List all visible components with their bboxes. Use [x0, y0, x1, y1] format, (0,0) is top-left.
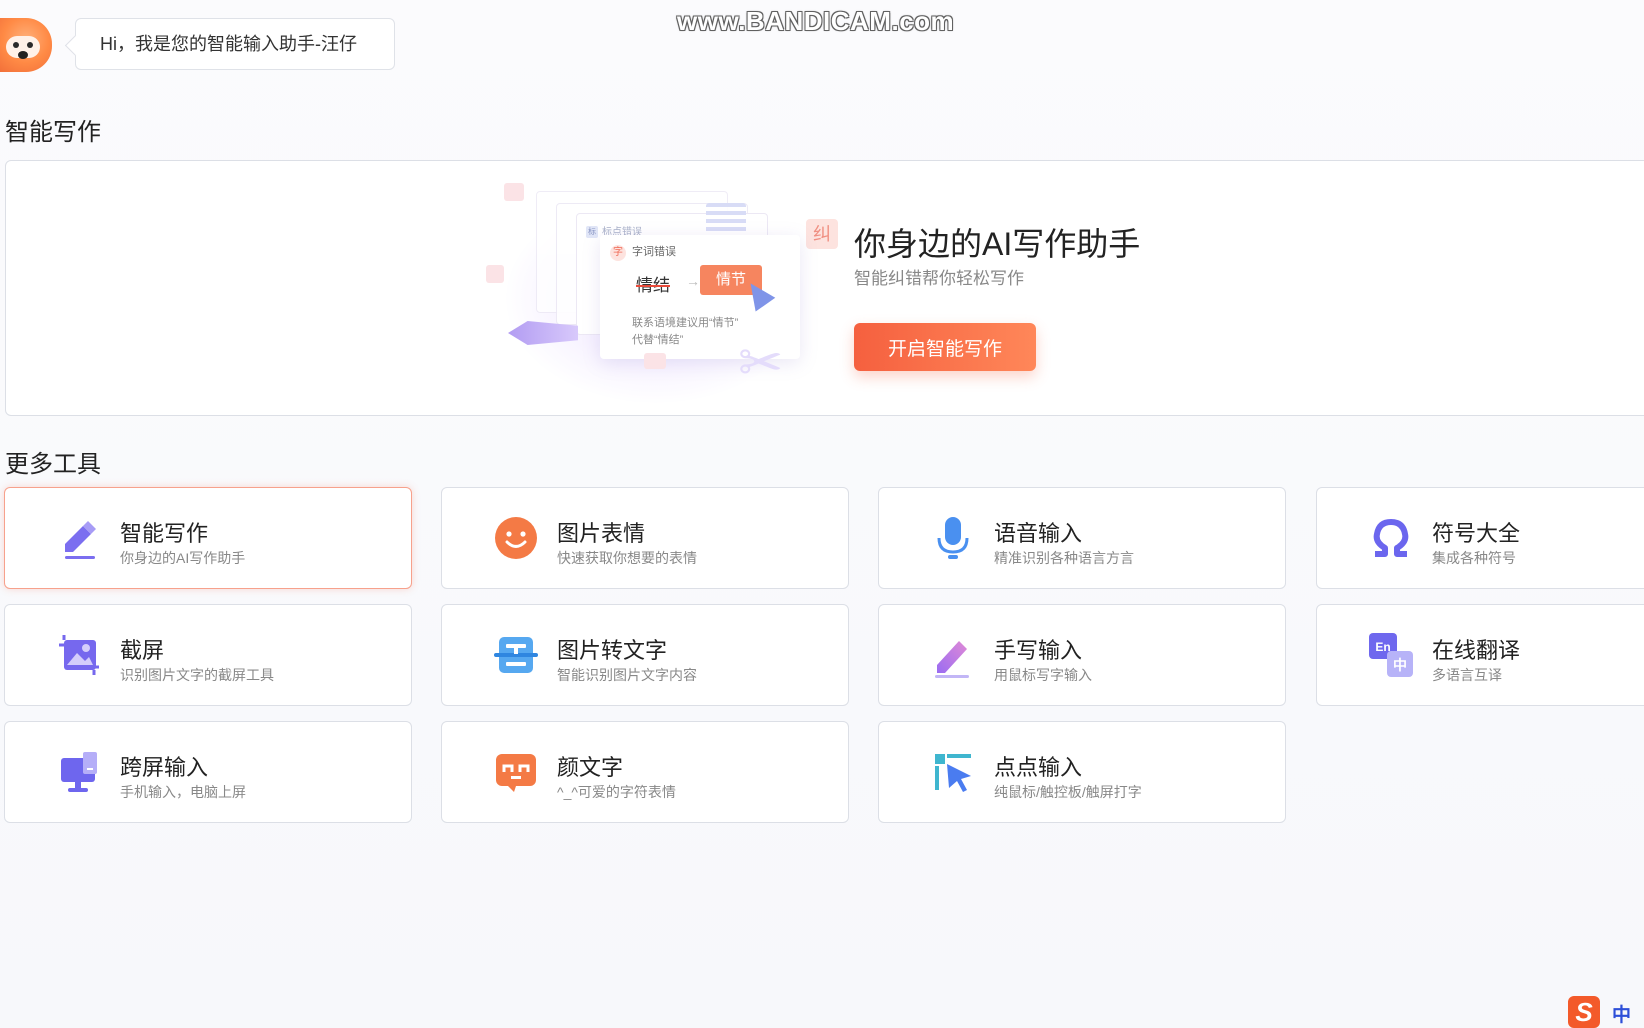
tool-desc: 智能识别图片文字内容	[557, 667, 697, 683]
greeting-bubble: Hi，我是您的智能输入助手-汪仔	[75, 18, 395, 70]
smiley-icon	[495, 517, 537, 559]
arrow-right-icon: →	[686, 273, 700, 289]
tool-screenshot[interactable]: 截屏 识别图片文字的截屏工具	[4, 604, 412, 706]
tool-desc: 精准识别各种语言方言	[994, 550, 1134, 566]
tool-symbols[interactable]: 符号大全 集成各种符号	[1316, 487, 1644, 589]
smart-writing-banner: 标标点错误 纠 字字词错误 情结 → 情节 联系语境建议用“情节” 代替“情结”…	[5, 160, 1644, 416]
omega-icon	[1373, 519, 1409, 557]
tool-voice-input[interactable]: 语音输入 精准识别各种语言方言	[878, 487, 1286, 589]
microphone-icon	[937, 517, 969, 559]
assistant-page: Hi，我是您的智能输入助手-汪仔 www.BANDICAM.com 智能写作 标…	[0, 0, 1644, 1028]
tool-desc: 多语言互译	[1432, 667, 1502, 683]
tool-cross-screen-input[interactable]: 跨屏输入 手机输入，电脑上屏	[4, 721, 412, 823]
deco-block	[504, 183, 524, 201]
screenshot-icon	[59, 635, 99, 675]
correction-badge: 纠	[806, 219, 838, 249]
start-smart-writing-button[interactable]: 开启智能写作	[854, 323, 1036, 371]
word-error-header: 字字词错误	[610, 243, 676, 261]
pen-write-icon	[65, 521, 96, 559]
hint-line: 联系语境建议用“情节”	[632, 317, 739, 329]
handwrite-icon	[935, 641, 969, 678]
tool-image-to-text[interactable]: 图片转文字 智能识别图片文字内容	[441, 604, 849, 706]
translate-zh-label: 中	[1393, 657, 1407, 674]
word-error-badge: 字	[610, 245, 626, 261]
tool-desc: 用鼠标写字输入	[994, 667, 1092, 683]
writing-illustration: 标标点错误 纠 字字词错误 情结 → 情节 联系语境建议用“情节” 代替“情结”…	[476, 173, 856, 409]
punctuation-badge: 标	[586, 226, 598, 239]
tool-name: 智能写作	[120, 521, 209, 546]
recording-watermark: www.BANDICAM.com	[677, 6, 955, 36]
tool-name: 截屏	[120, 638, 165, 663]
sogou-logo-icon: S	[1568, 996, 1600, 1028]
kaomoji-icon	[496, 754, 536, 792]
cross-screen-icon	[61, 752, 97, 792]
deco-block	[644, 353, 666, 369]
tool-desc: ^_^可爱的字符表情	[557, 784, 676, 800]
tool-handwriting[interactable]: 手写输入 用鼠标写字输入	[878, 604, 1286, 706]
mascot-eye-right	[27, 42, 33, 48]
tool-desc: 集成各种符号	[1432, 550, 1516, 566]
ime-mode-label[interactable]: 中	[1612, 1000, 1631, 1027]
click-input-icon	[935, 754, 971, 792]
tool-desc: 你身边的AI写作助手	[120, 550, 246, 566]
tool-desc: 识别图片文字的截屏工具	[120, 667, 274, 683]
translate-icon: En 中	[1369, 633, 1413, 677]
wrong-word: 情结	[636, 276, 670, 295]
ime-status-indicator[interactable]: S 中	[1566, 994, 1644, 1028]
hint-line: 代替“情结”	[632, 334, 684, 346]
hero-subtitle: 智能纠错帮你轻松写作	[854, 269, 1024, 288]
correction-hint: 联系语境建议用“情节” 代替“情结”	[632, 315, 738, 349]
mascot-avatar[interactable]	[0, 18, 52, 72]
tool-desc: 纯鼠标/触控板/触屏打字	[994, 784, 1142, 800]
tool-desc: 手机输入，电脑上屏	[120, 784, 246, 800]
tool-name: 颜文字	[557, 755, 624, 780]
mascot-nose	[18, 51, 28, 59]
mascot-eye-left	[13, 42, 19, 48]
section-title-smart-writing: 智能写作	[5, 119, 101, 146]
tool-image-emoji[interactable]: 图片表情 快速获取你想要的表情	[441, 487, 849, 589]
tool-kaomoji[interactable]: 颜文字 ^_^可爱的字符表情	[441, 721, 849, 823]
tool-name: 手写输入	[994, 638, 1083, 663]
tool-name: 在线翻译	[1432, 638, 1521, 663]
tool-desc: 快速获取你想要的表情	[557, 550, 697, 566]
tool-name: 图片转文字	[557, 638, 668, 663]
tool-name: 点点输入	[994, 755, 1083, 780]
tool-smart-writing[interactable]: 智能写作 你身边的AI写作助手	[4, 487, 412, 589]
section-title-more-tools: 更多工具	[5, 451, 101, 478]
deco-block	[486, 265, 504, 283]
ocr-icon	[494, 637, 538, 673]
scissors-icon: ✂	[738, 333, 784, 393]
tool-name: 跨屏输入	[120, 755, 209, 780]
tool-online-translate[interactable]: En 中 在线翻译 多语言互译	[1316, 604, 1644, 706]
tool-name: 符号大全	[1432, 521, 1521, 546]
tool-name: 图片表情	[557, 521, 646, 546]
hero-title: 你身边的AI写作助手	[854, 226, 1141, 262]
translate-en-label: En	[1375, 640, 1390, 654]
tool-click-input[interactable]: 点点输入 纯鼠标/触控板/触屏打字	[878, 721, 1286, 823]
tool-name: 语音输入	[994, 521, 1083, 546]
word-error-label: 字词错误	[632, 246, 676, 258]
